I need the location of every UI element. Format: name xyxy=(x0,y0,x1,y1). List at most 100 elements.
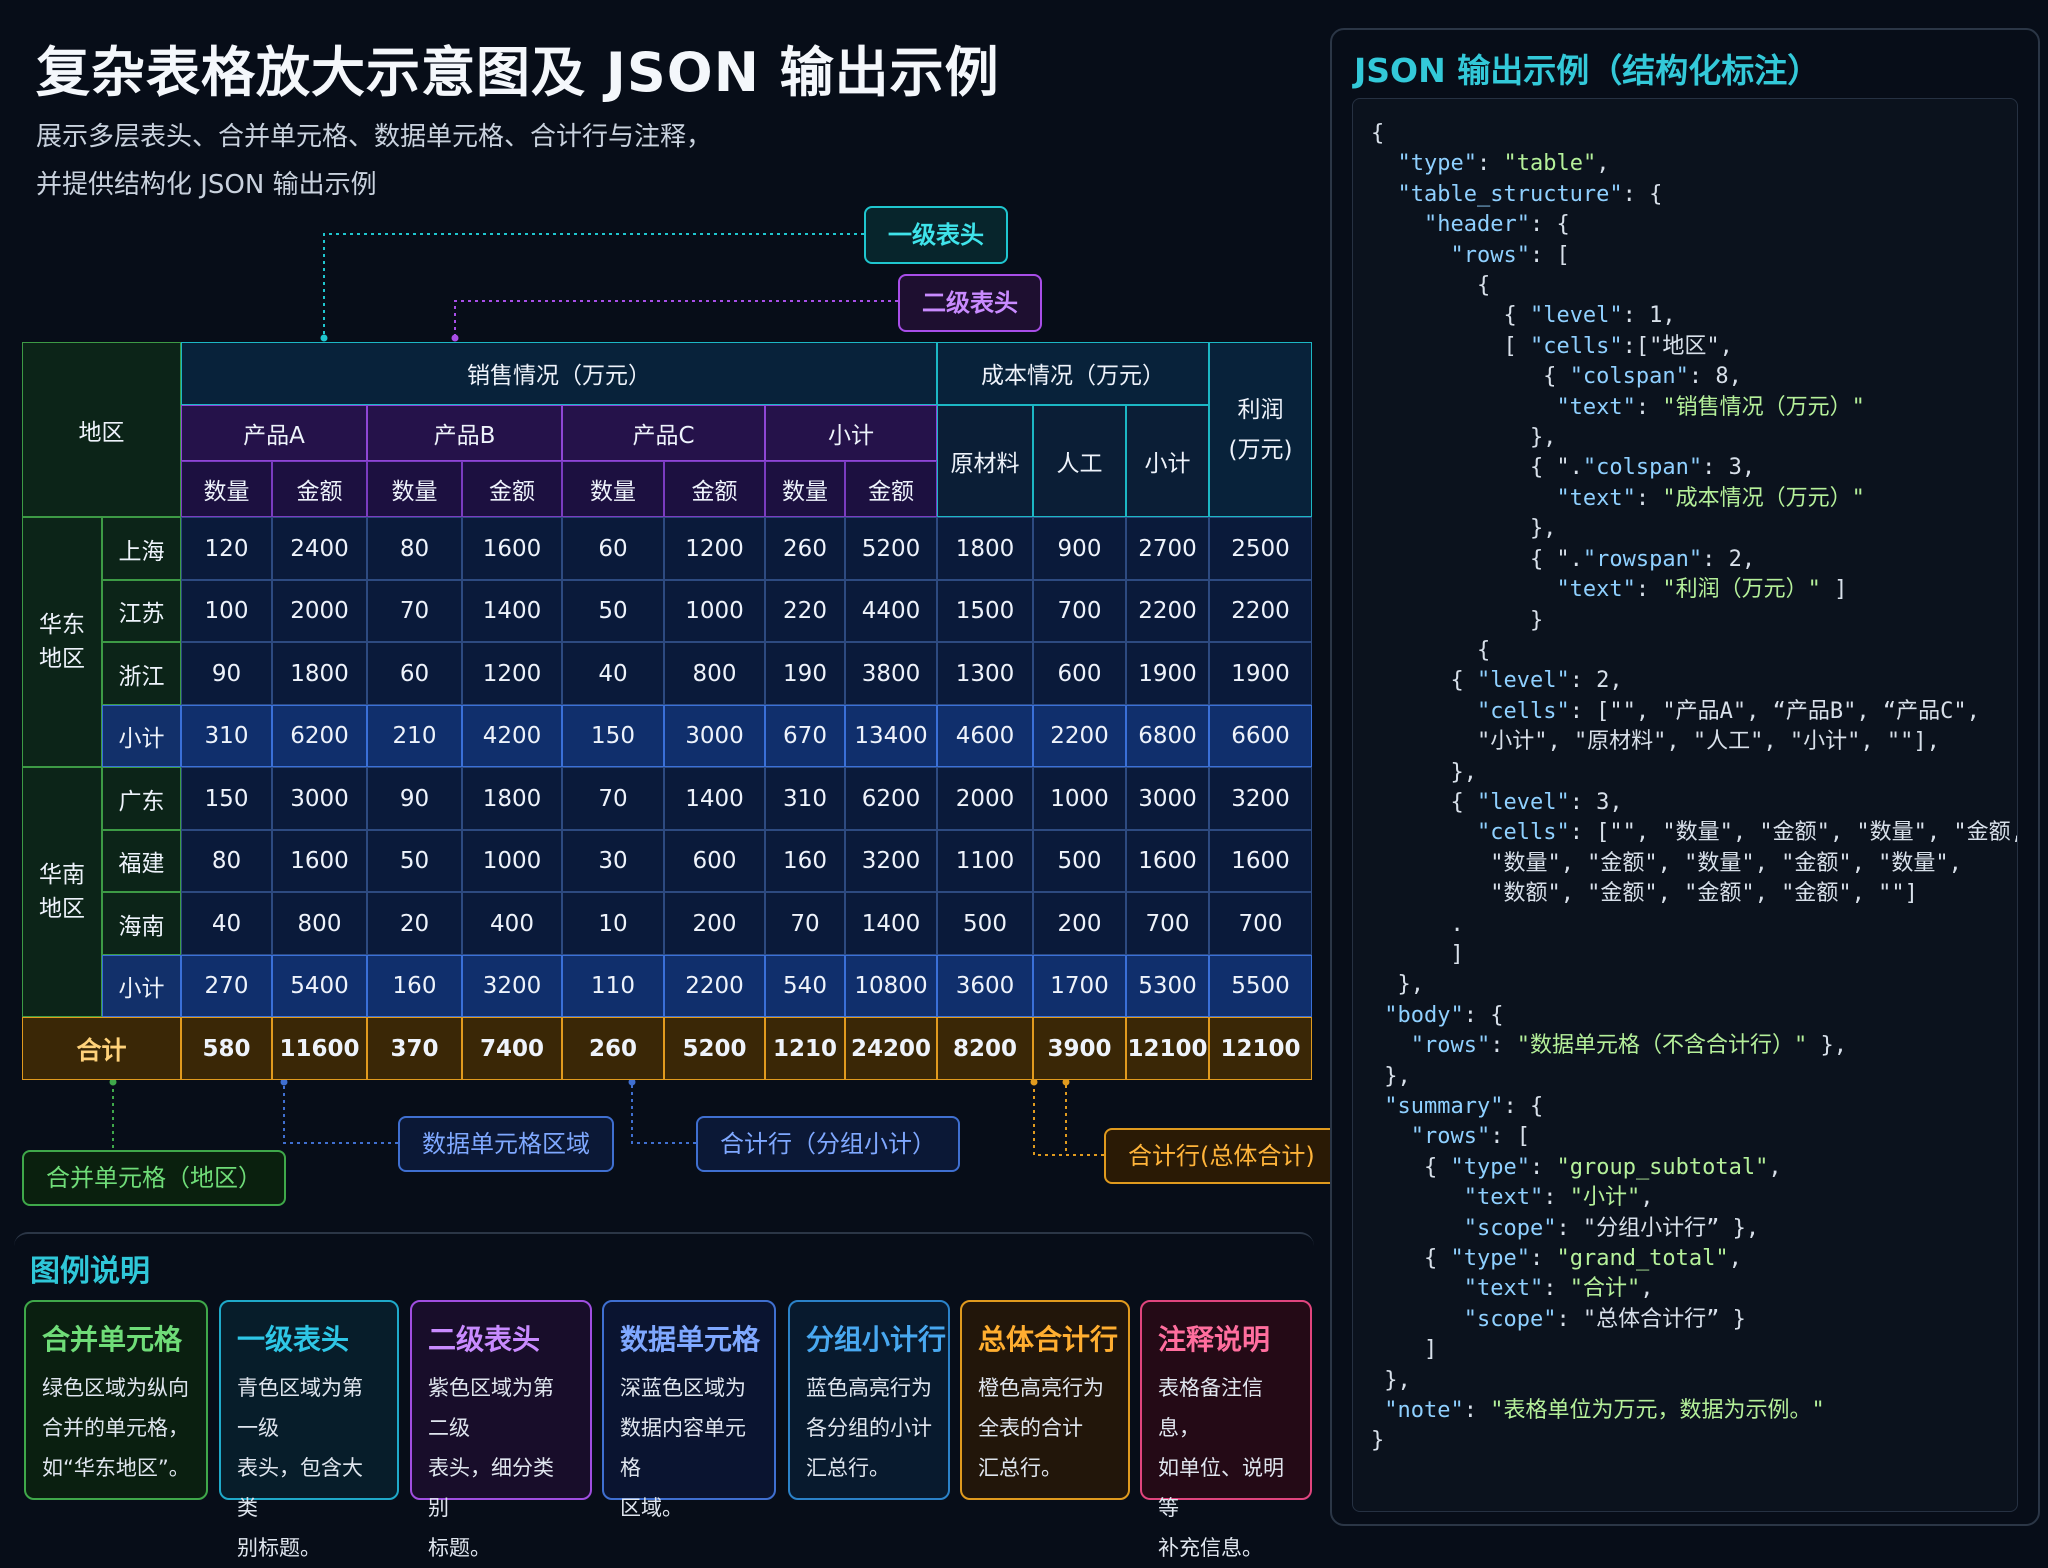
json-panel-title: JSON 输出示例（结构化标注） xyxy=(1354,51,1821,90)
connector-data xyxy=(283,1082,398,1144)
data-cell: 80 xyxy=(367,517,462,580)
legend-card-line: 青色区域为第一级 xyxy=(237,1376,363,1440)
data-cell: 90 xyxy=(367,767,462,830)
legend-card-description: 深蓝色区域为 数据内容单元格 区域。 xyxy=(620,1368,758,1528)
legend-card-title: 二级表头 xyxy=(428,1323,541,1356)
table-row: 福建 80 1600 50 1000 30 600 160 3200 1100 500 1600 160… xyxy=(22,829,1312,893)
legend-card-line: 区域。 xyxy=(620,1496,683,1520)
legend-card-line: 合并的单元格， xyxy=(42,1416,189,1440)
connector-level1 xyxy=(323,233,864,338)
data-cell: 1100 xyxy=(937,829,1033,893)
table-row: 江苏 100 2000 70 1400 50 1000 220 4400 1500 700 2200 2… xyxy=(22,579,1312,643)
data-cell: 100 xyxy=(181,579,272,643)
amount-header: 金额 xyxy=(845,460,937,518)
product-header: 产品C xyxy=(562,404,765,461)
grand-total-label: 合计 xyxy=(22,1017,181,1080)
quantity-header: 数量 xyxy=(181,460,272,518)
data-cell: 2200 xyxy=(664,954,765,1018)
data-cell: 3800 xyxy=(845,642,937,705)
data-cell: 70 xyxy=(562,767,664,830)
data-cell: 3600 xyxy=(937,954,1033,1018)
data-cell: 5500 xyxy=(1209,954,1312,1018)
legend-title: 图例说明 xyxy=(30,1254,150,1289)
data-cell: 1700 xyxy=(1033,954,1126,1018)
amount-header: 金额 xyxy=(664,460,765,518)
legend-card: 总体合计行 橙色高亮行为 全表的合计 汇总行。 xyxy=(960,1300,1130,1500)
total-cell: 11600 xyxy=(272,1017,367,1080)
data-cell: 50 xyxy=(367,829,462,893)
data-cell: 1600 xyxy=(1209,829,1312,893)
data-cell: 6200 xyxy=(272,704,367,768)
total-cell: 1210 xyxy=(765,1017,845,1080)
data-cell: 1400 xyxy=(845,892,937,955)
region-header: 地区 xyxy=(22,342,181,518)
data-cell: 150 xyxy=(562,704,664,768)
data-cell: 3200 xyxy=(845,829,937,893)
profit-header: 利润 (万元) xyxy=(1209,342,1312,518)
data-cell: 2200 xyxy=(1126,579,1209,643)
group-subtotal-row: 小计 270 5400 160 3200 110 2200 540 10800 3600 1700 5… xyxy=(22,954,1312,1018)
legend-card-title: 数据单元格 xyxy=(620,1323,761,1356)
data-cell: 70 xyxy=(765,892,845,955)
data-cell: 4200 xyxy=(462,704,562,768)
data-cell: 60 xyxy=(367,642,462,705)
data-cell: 600 xyxy=(664,829,765,893)
data-cell: 1400 xyxy=(462,579,562,643)
legend-card-line: 别标题。 xyxy=(237,1536,321,1560)
region-name-line2: 地区 xyxy=(39,896,85,923)
data-cell: 5300 xyxy=(1126,954,1209,1018)
profit-header-label: 利润 xyxy=(1237,396,1284,423)
data-cell: 30 xyxy=(562,829,664,893)
legend-card-line: 数据内容单元格 xyxy=(620,1416,746,1480)
data-cell: 800 xyxy=(272,892,367,955)
data-cell: 190 xyxy=(765,642,845,705)
data-cell: 1800 xyxy=(937,517,1033,580)
grand-total-tag: 合计行(总体合计) xyxy=(1104,1128,1339,1184)
data-cell: 5200 xyxy=(845,517,937,580)
table-row: 浙江 90 1800 60 1200 40 800 190 3800 1300 600 1900 190… xyxy=(22,642,1312,705)
product-header: 产品B xyxy=(367,404,562,461)
row-name: 江苏 xyxy=(102,579,181,643)
legend-card-line: 全表的合计 xyxy=(978,1416,1083,1440)
legend-card: 注释说明 表格备注信息， 如单位、说明等 补充信息。 xyxy=(1140,1300,1312,1560)
data-cell: 3200 xyxy=(1209,767,1312,830)
connector-level2 xyxy=(454,300,898,338)
quantity-header: 数量 xyxy=(367,460,462,518)
total-cell: 580 xyxy=(181,1017,272,1080)
legend-card-line: 紫色区域为第二级 xyxy=(428,1376,554,1440)
data-cell: 200 xyxy=(1033,892,1126,955)
legend-card-line: 如“华东地区”。 xyxy=(42,1456,190,1480)
row-name: 浙江 xyxy=(102,642,181,705)
data-cell: 120 xyxy=(181,517,272,580)
data-cell: 210 xyxy=(367,704,462,768)
data-cell: 5400 xyxy=(272,954,367,1018)
merged-region-cell: 华南 地区 xyxy=(22,767,102,1018)
legend-card-title: 一级表头 xyxy=(237,1323,350,1356)
product-header: 产品A xyxy=(181,404,367,461)
region-name-line1: 华东 xyxy=(39,612,85,639)
data-cell: 80 xyxy=(181,829,272,893)
data-cell: 4600 xyxy=(937,704,1033,768)
data-cell: 800 xyxy=(664,642,765,705)
data-cell: 2200 xyxy=(1209,579,1312,643)
total-cell: 24200 xyxy=(845,1017,937,1080)
data-cell: 1900 xyxy=(1209,642,1312,705)
data-cell: 3000 xyxy=(1126,767,1209,830)
row-name: 小计 xyxy=(102,704,181,768)
json-code-block: { "type": "table", "table_structure": { … xyxy=(1352,98,2018,1512)
connector-subtotal xyxy=(631,1082,696,1144)
data-cell: 220 xyxy=(765,579,845,643)
legend-card: 一级表头 青色区域为第一级 表头，包含大类 别标题。 xyxy=(219,1300,399,1560)
total-cell: 3900 xyxy=(1033,1017,1126,1080)
region-name-line2: 地区 xyxy=(39,646,85,673)
product-header: 小计 xyxy=(765,404,937,461)
data-cell: 270 xyxy=(181,954,272,1018)
legend-card: 合并单元格 绿色区域为纵向 合并的单元格， 如“华东地区”。 xyxy=(24,1300,208,1500)
connector-total-b xyxy=(1065,1082,1104,1156)
data-cell: 1600 xyxy=(462,517,562,580)
legend-card-line: 汇总行。 xyxy=(978,1456,1062,1480)
data-cell: 6600 xyxy=(1209,704,1312,768)
data-cell: 4400 xyxy=(845,579,937,643)
legend-card-line: 表头，细分类别 xyxy=(428,1456,554,1520)
total-cell: 370 xyxy=(367,1017,462,1080)
